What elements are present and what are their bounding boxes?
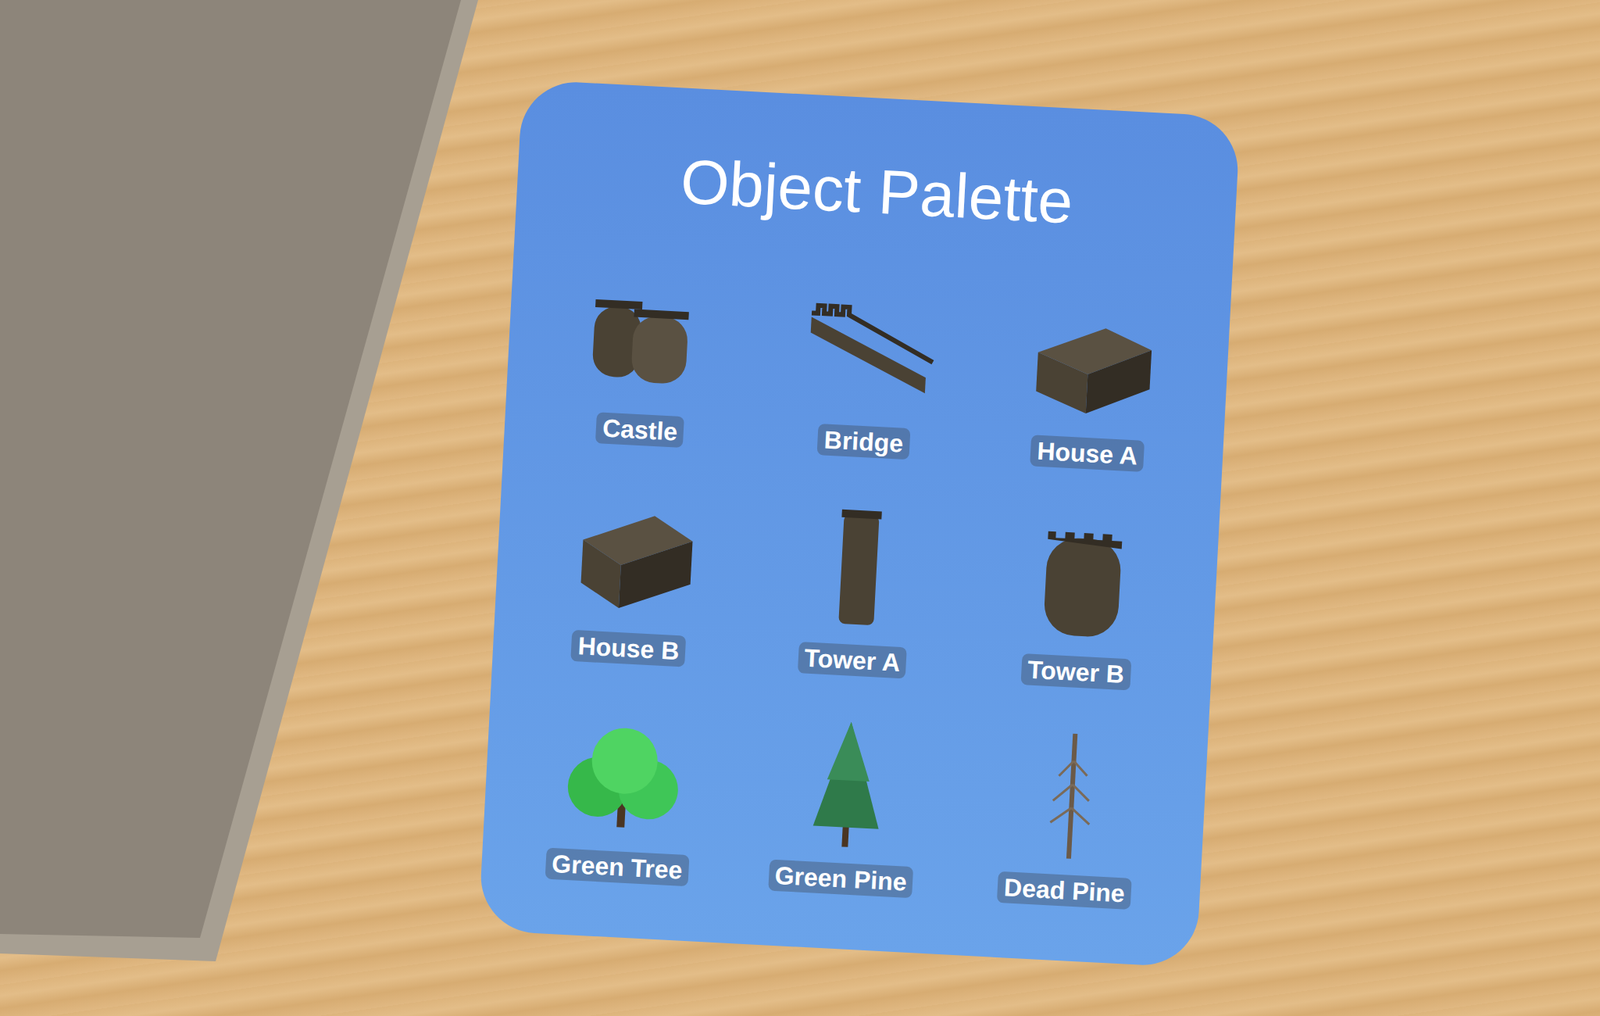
palette-grid: Castle Bridge House A House B Tower A Tower B… [520,245,1193,911]
tower-icon [1003,499,1160,656]
tree-icon [543,694,700,851]
palette-item[interactable]: House B [531,464,734,670]
palette-item[interactable]: Castle [542,245,746,451]
house-icon [555,475,712,633]
castle-icon [567,257,724,414]
palette-item[interactable]: House A [990,268,1193,475]
dead-pine-icon [991,717,1148,875]
palette-item[interactable]: Dead Pine [967,705,1170,911]
tower-icon [778,487,936,644]
palette-item[interactable]: Bridge [766,257,969,463]
scene: Object Palette Castle Bridge House A House … [0,0,1600,1016]
bridge-icon [790,268,947,425]
item-label: Green Tree [544,847,690,887]
item-label: Tower A [797,641,908,679]
object-palette-panel: Object Palette Castle Bridge House A House … [478,79,1241,968]
item-label: Green Pine [767,859,915,899]
pine-icon [767,706,925,863]
palette-item[interactable]: Tower B [978,487,1182,693]
palette-item[interactable]: Tower A [755,475,958,682]
panel-title: Object Palette [678,142,1075,242]
item-label: House B [571,629,687,668]
palette-item[interactable]: Green Tree [520,682,723,888]
item-label: Dead Pine [996,871,1133,910]
palette-item[interactable]: Green Pine [743,693,947,900]
item-label: Castle [595,411,685,448]
item-label: House A [1030,434,1146,472]
item-label: Tower B [1020,653,1132,690]
item-label: Bridge [817,423,911,460]
house-icon [1014,280,1171,437]
